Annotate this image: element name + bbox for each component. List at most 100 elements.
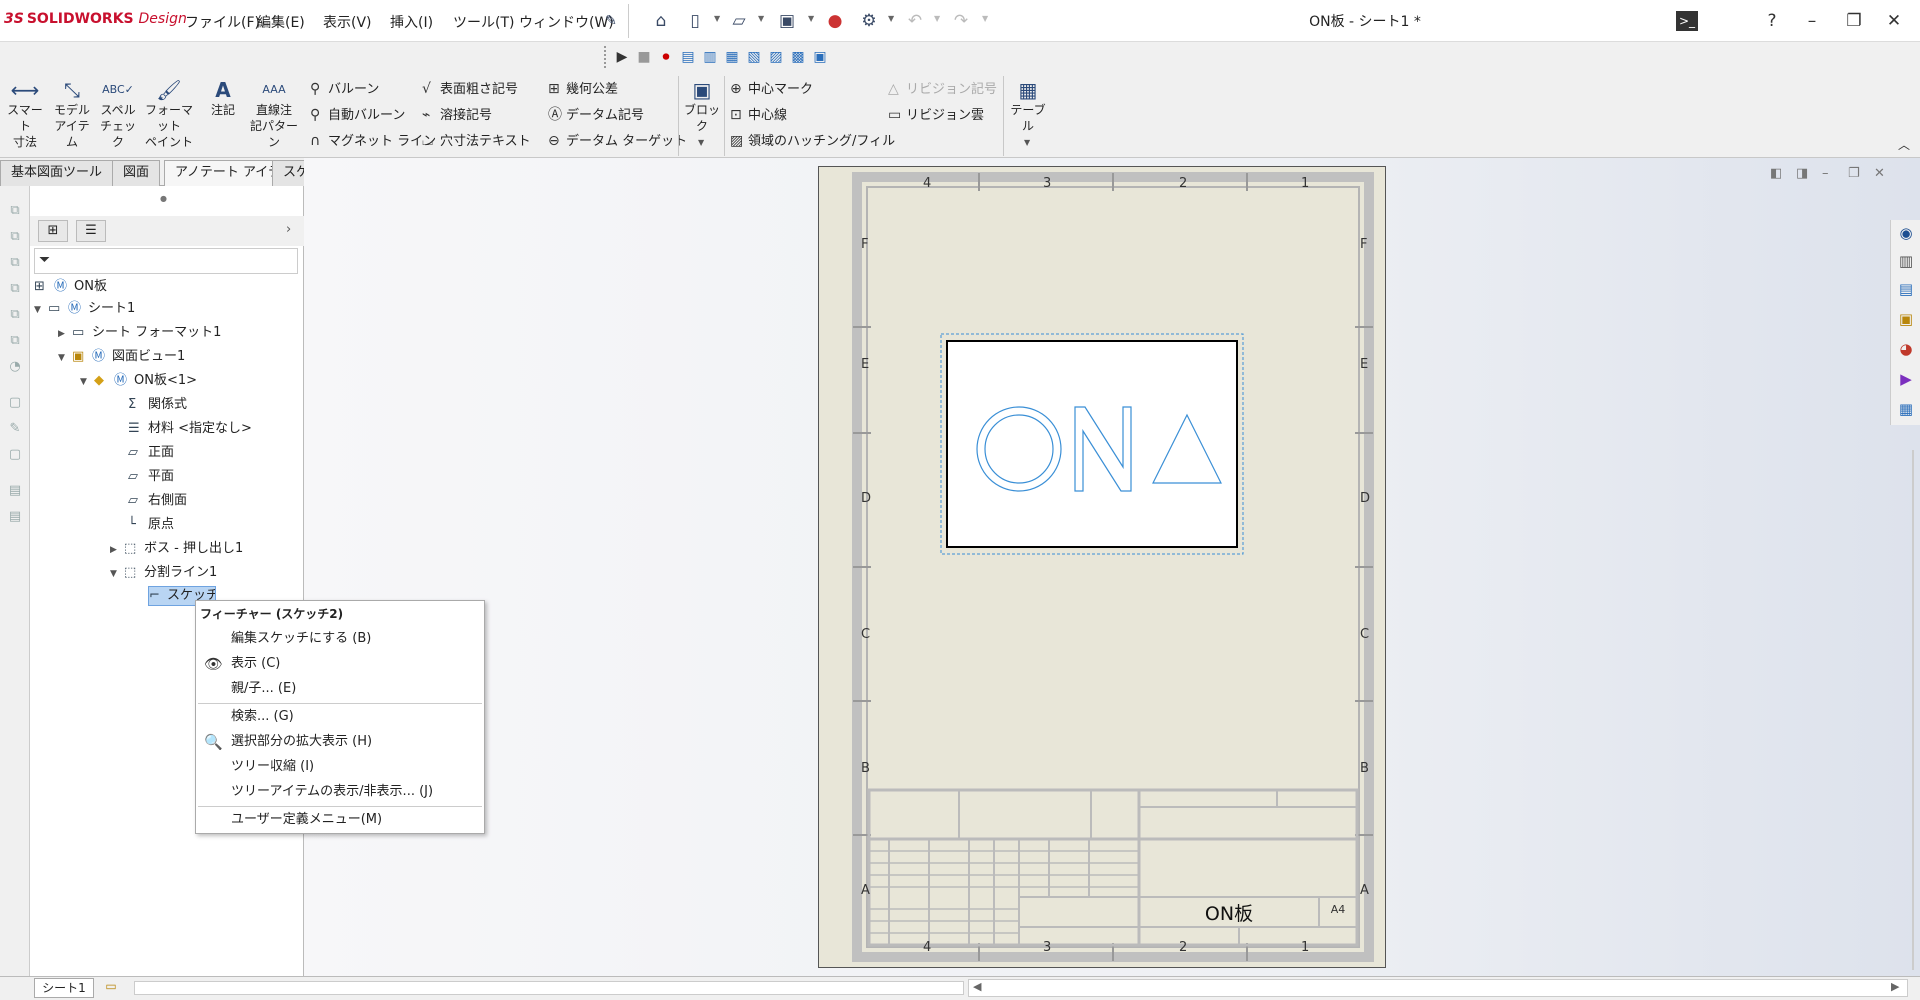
chevron-right-icon[interactable]: ▶ <box>58 323 72 345</box>
chevron-down-icon[interactable]: ▼ <box>58 347 72 369</box>
traffic-light-icon[interactable]: ● <box>824 10 846 32</box>
datum-target-button[interactable]: ⊖ データム ターゲット <box>548 130 687 149</box>
chevron-down-icon[interactable]: ▼ <box>982 14 988 23</box>
new-document-icon[interactable]: ▯ <box>684 10 706 32</box>
model-items-button[interactable]: ⤡ モデル アイテム <box>50 78 94 150</box>
tree-item-boss-extrude[interactable]: ▶ ⬚ ボス - 押し出し1 <box>110 538 243 560</box>
tab-drawing[interactable]: 図面 <box>112 160 161 186</box>
revision-symbol-button[interactable]: △ リビジョン記号 <box>888 78 997 97</box>
macro-options-icon[interactable]: ▩ <box>788 48 808 66</box>
design-library-icon[interactable]: ▥ <box>1895 250 1917 272</box>
home-icon[interactable]: ⌂ <box>650 10 672 32</box>
view-icon[interactable]: ▢ <box>6 446 24 464</box>
undo-icon[interactable]: ↶ <box>904 10 926 32</box>
centerline-button[interactable]: ⊡ 中心線 <box>730 104 787 123</box>
block-button[interactable]: ▣ ブロック <box>680 78 724 134</box>
viewport-close-icon[interactable]: ✕ <box>1874 166 1885 181</box>
collapse-ribbon-icon[interactable]: ︿ <box>1898 136 1910 153</box>
appearances-icon[interactable]: ◕ <box>1895 338 1917 360</box>
restore-icon[interactable]: ❐ <box>1840 8 1868 34</box>
copy-icon[interactable]: ⧉ <box>6 306 24 324</box>
macro-tool-icon[interactable]: ▧ <box>744 48 764 66</box>
tree-item-material[interactable]: ☰ 材料 <指定なし> <box>128 418 252 440</box>
macro-run-icon[interactable]: ▦ <box>722 48 742 66</box>
revision-cloud-button[interactable]: ▭ リビジョン雲 <box>888 104 984 123</box>
horizontal-scrollbar[interactable]: ◀ ▶ <box>968 979 1908 997</box>
copy-icon[interactable]: ⧉ <box>6 254 24 272</box>
linear-note-pattern-button[interactable]: AAA 直線注 記パターン <box>246 78 302 150</box>
chevron-down-icon[interactable]: ▼ <box>934 14 940 23</box>
scrollbar-track[interactable] <box>1912 450 1914 970</box>
gtol-button[interactable]: ⊞ 幾何公差 <box>548 78 618 97</box>
center-mark-button[interactable]: ⊕ 中心マーク <box>730 78 813 97</box>
tree-item-sheet[interactable]: ▼ ▭ Ⓜ シート1 <box>34 298 135 320</box>
edit-icon[interactable]: ✎ <box>6 420 24 438</box>
pin-icon[interactable]: ✎ <box>600 10 622 32</box>
tree-item-equations[interactable]: Σ 関係式 <box>128 394 187 416</box>
copy-icon[interactable]: ⧉ <box>6 202 24 220</box>
tree-item-origin[interactable]: └ 原点 <box>128 514 174 536</box>
filter-input[interactable]: ⏷ <box>34 248 298 274</box>
feature-tree-tab-icon[interactable]: ⊞ <box>38 220 68 242</box>
chevron-down-icon[interactable]: ▼ <box>110 563 124 585</box>
balloon-button[interactable]: ⚲ バルーン <box>310 78 379 97</box>
stop-icon[interactable]: ■ <box>634 48 654 66</box>
solidworks-resources-icon[interactable]: ◉ <box>1895 222 1917 244</box>
menu-insert[interactable]: 挿入(I) <box>390 12 433 32</box>
record-icon[interactable]: ⏺ <box>656 48 676 66</box>
table-button[interactable]: ▦ テーブル <box>1006 78 1050 134</box>
tree-item-sheet-format[interactable]: ▶ ▭ シート フォーマット1 <box>58 322 221 344</box>
menu-item-zoom-to-selection[interactable]: 🔍 選択部分の拡大表示 (H) <box>196 730 484 754</box>
help-icon[interactable]: ? <box>1758 8 1786 34</box>
splitter-handle[interactable]: ● <box>160 194 167 203</box>
view-palette-icon[interactable]: ▣ <box>1895 308 1917 330</box>
chevron-down-icon[interactable]: ▼ <box>1024 138 1030 147</box>
play-icon[interactable]: ▶ <box>612 48 632 66</box>
viewport-minimize-icon[interactable]: – <box>1822 166 1829 181</box>
menu-tools[interactable]: ツール(T) <box>453 12 514 32</box>
chevron-down-icon[interactable]: ▼ <box>888 14 894 23</box>
spell-check-button[interactable]: ABC✓ スペル チェック <box>98 78 138 150</box>
minimize-icon[interactable]: – <box>1798 8 1826 34</box>
chevron-down-icon[interactable]: ▼ <box>808 14 814 23</box>
viewport-restore-icon[interactable]: ❐ <box>1848 166 1860 181</box>
layer-icon[interactable]: ▤ <box>6 508 24 526</box>
layer-icon[interactable]: ▤ <box>6 482 24 500</box>
view-icon[interactable]: ▢ <box>6 394 24 412</box>
chevron-right-icon[interactable]: › <box>286 222 291 237</box>
tree-item-right-plane[interactable]: ▱ 右側面 <box>128 490 187 512</box>
note-button[interactable]: A 注記 <box>204 78 242 118</box>
menu-item-search[interactable]: 検索... (G) <box>196 705 484 729</box>
menu-item-parent-child[interactable]: 親/子... (E) <box>196 677 484 701</box>
drawing-sheet[interactable]: 4 3 2 1 4 3 2 1 F E D C B A F E D C B A … <box>818 166 1386 968</box>
menu-item-show-hide-tree-items[interactable]: ツリーアイテムの表示/非表示... (J) <box>196 780 484 804</box>
tab-drawing-basics[interactable]: 基本図面ツール <box>0 160 114 186</box>
menu-edit[interactable]: 編集(E) <box>257 12 305 32</box>
format-paint-button[interactable]: 🖌 フォーマット ペイント <box>142 78 196 150</box>
chevron-down-icon[interactable]: ▼ <box>698 138 704 147</box>
viewport-left-icon[interactable]: ◧ <box>1770 166 1782 181</box>
property-tab-icon[interactable]: ☰ <box>76 220 106 242</box>
magnetic-line-button[interactable]: ∩ マグネット ライン <box>310 130 436 149</box>
viewport-right-icon[interactable]: ◨ <box>1796 166 1808 181</box>
hole-callout-button[interactable]: ⌴ 穴寸法テキスト <box>422 130 531 149</box>
gear-icon[interactable]: ⚙ <box>858 10 880 32</box>
redo-icon[interactable]: ↷ <box>950 10 972 32</box>
view-icon[interactable]: ◔ <box>6 358 24 376</box>
tree-item-drawing-view[interactable]: ▼ ▣ Ⓜ 図面ビュー1 <box>58 346 185 368</box>
area-hatch-button[interactable]: ▨ 領域のハッチング/フィル <box>730 130 895 149</box>
custom-properties-icon[interactable]: ▶ <box>1895 368 1917 390</box>
menu-view[interactable]: 表示(V) <box>323 12 372 32</box>
menu-item-edit-sketch[interactable]: 編集スケッチにする (B) <box>196 627 484 651</box>
tree-item-drawing[interactable]: ⊞ Ⓜ ON板 <box>34 276 107 298</box>
auto-balloon-button[interactable]: ⚲ 自動バルーン <box>310 104 405 123</box>
chevron-down-icon[interactable]: ▼ <box>714 14 720 23</box>
datum-feature-button[interactable]: Ⓐ データム記号 <box>548 104 644 124</box>
menu-item-customize-menu[interactable]: ユーザー定義メニュー(M) <box>196 808 484 832</box>
macro-record-icon[interactable]: ▣ <box>810 48 830 66</box>
copy-icon[interactable]: ⧉ <box>6 332 24 350</box>
open-folder-icon[interactable]: ▱ <box>728 10 750 32</box>
add-sheet-icon[interactable]: ▭ <box>100 979 122 997</box>
menu-item-collapse-tree[interactable]: ツリー収縮 (I) <box>196 755 484 779</box>
chevron-down-icon[interactable]: ▼ <box>34 299 48 321</box>
